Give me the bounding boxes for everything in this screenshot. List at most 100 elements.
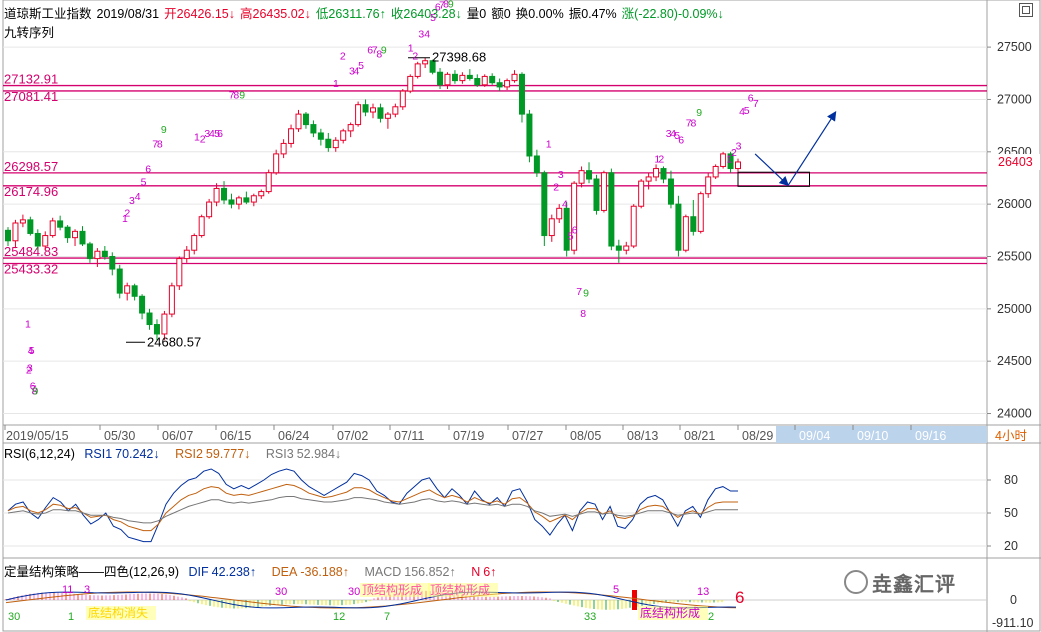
candle-body <box>399 90 406 108</box>
rsi1-name: RSI1 <box>84 447 113 461</box>
candle-body <box>623 245 630 251</box>
macd-count-label: 30 <box>8 611 20 623</box>
candle-body <box>198 216 205 237</box>
candle-body <box>340 130 347 141</box>
candle-body <box>153 324 160 335</box>
wechat-icon <box>844 570 868 594</box>
time-tick-label: 07/27 <box>512 429 543 443</box>
macd-tick-label: 0 <box>1010 593 1017 607</box>
candle-body <box>258 191 265 197</box>
candle-body <box>511 73 518 82</box>
time-tick-label: 09/10 <box>857 429 888 443</box>
candle-body <box>712 165 719 178</box>
candle-body <box>392 106 399 115</box>
td-count-label: 2 <box>124 208 130 220</box>
candle-body <box>295 113 302 130</box>
candle-body <box>243 197 250 203</box>
rsi-header: RSI(6,12,24) RSI1 70.242↓ RSI2 59.777↓ RSI… <box>4 447 353 461</box>
time-tick-label: 07/19 <box>453 429 484 443</box>
time-tick-label: 2019/05/15 <box>6 429 69 443</box>
candle-body <box>139 295 146 314</box>
price-tick-label: 27500 <box>997 40 1032 54</box>
td-count-label: 9 <box>583 287 589 299</box>
candle-body <box>682 216 689 251</box>
candle-body <box>72 230 79 239</box>
rsi-series-line <box>7 496 738 524</box>
td-count-label: 1 <box>333 78 339 90</box>
rsi1-value: 70.242↓ <box>115 447 160 461</box>
candle-body <box>42 235 49 247</box>
candle-body <box>697 193 704 232</box>
td-count-label: 5 <box>141 176 147 188</box>
td-count-label: 3 <box>27 363 33 375</box>
candle-body <box>228 199 235 205</box>
projection-arrow <box>787 111 837 186</box>
rsi-tick-label: 50 <box>1004 506 1018 520</box>
time-tick-label: 08/05 <box>570 429 601 443</box>
candle-body <box>630 205 637 247</box>
candle-body <box>735 161 741 170</box>
td-count-label: 5 <box>29 345 35 357</box>
td-count-label: 2 <box>340 51 346 63</box>
td-count-label: 2 <box>658 153 664 165</box>
time-tick-label: 09/16 <box>915 429 946 443</box>
candle-body <box>362 104 369 113</box>
td-count-label: 9 <box>696 107 702 119</box>
candle-body <box>474 78 481 86</box>
macd-count-label: 3 <box>84 584 90 596</box>
candle-body <box>332 139 339 149</box>
candle-body <box>280 142 287 155</box>
candle-body <box>250 195 257 203</box>
candle-body <box>191 235 198 251</box>
td-count-label: 9 <box>448 0 454 10</box>
candle-body <box>548 218 555 237</box>
candle-body <box>101 250 108 257</box>
td-count-label: 8 <box>157 139 163 151</box>
candle-body <box>705 176 712 195</box>
macd-count-label: 30 <box>275 586 287 598</box>
macd-count-label: 33 <box>584 611 596 623</box>
price-tick-label: 27000 <box>997 92 1032 106</box>
price-tick-label: 25000 <box>997 302 1032 316</box>
macd-count-label: 7 <box>384 611 390 623</box>
rsi-tick-label: 20 <box>1004 539 1018 553</box>
candle-body <box>466 74 473 80</box>
td-count-label: 2 <box>412 51 418 63</box>
macd-value: 156.852↑ <box>404 565 456 579</box>
macd-tick-label: -911.10 <box>992 616 1034 630</box>
candle-body <box>690 216 697 232</box>
candle-body <box>444 73 451 86</box>
macd-count-label: 30 <box>348 586 360 598</box>
level-label: 25433.32 <box>4 261 58 276</box>
time-tick-label: 06/15 <box>220 429 251 443</box>
rsi-tick-label: 80 <box>1004 473 1018 487</box>
td-count-label: 8 <box>690 118 696 130</box>
macd-title: 定量结构策略——四色(12,26,9) <box>4 565 180 579</box>
td-count-label: 4 <box>424 29 430 41</box>
min-annotation: 24680.57 <box>147 334 201 349</box>
rsi2-name: RSI2 <box>175 447 203 461</box>
candle-body <box>496 82 503 88</box>
candle-body <box>586 170 593 180</box>
candle-body <box>176 258 183 287</box>
td-count-label: 4 <box>562 198 568 210</box>
projection-arrow <box>754 153 790 187</box>
dea-name: DEA <box>271 565 298 579</box>
rsi2-value: 59.777↓ <box>205 447 251 461</box>
td-count-label: 6 <box>217 128 223 140</box>
td-count-label: 6 <box>678 134 684 146</box>
time-tick-label: 08/13 <box>627 429 658 443</box>
level-label: 27132.91 <box>4 72 58 87</box>
current-price-label: 26403 <box>998 155 1033 169</box>
macd-name: MACD <box>364 565 402 579</box>
candle-body <box>518 73 525 115</box>
td-count-label: 5 <box>358 60 364 72</box>
td-count-label: 3 <box>558 169 564 181</box>
candle-body <box>533 155 540 174</box>
candle-body <box>235 197 242 205</box>
td-count-label: 3 <box>736 141 742 153</box>
candle-body <box>146 312 153 326</box>
td-count-label: 6 <box>572 224 578 236</box>
price-tick-label: 24000 <box>997 407 1032 421</box>
macd-count-label: 5 <box>613 584 619 596</box>
